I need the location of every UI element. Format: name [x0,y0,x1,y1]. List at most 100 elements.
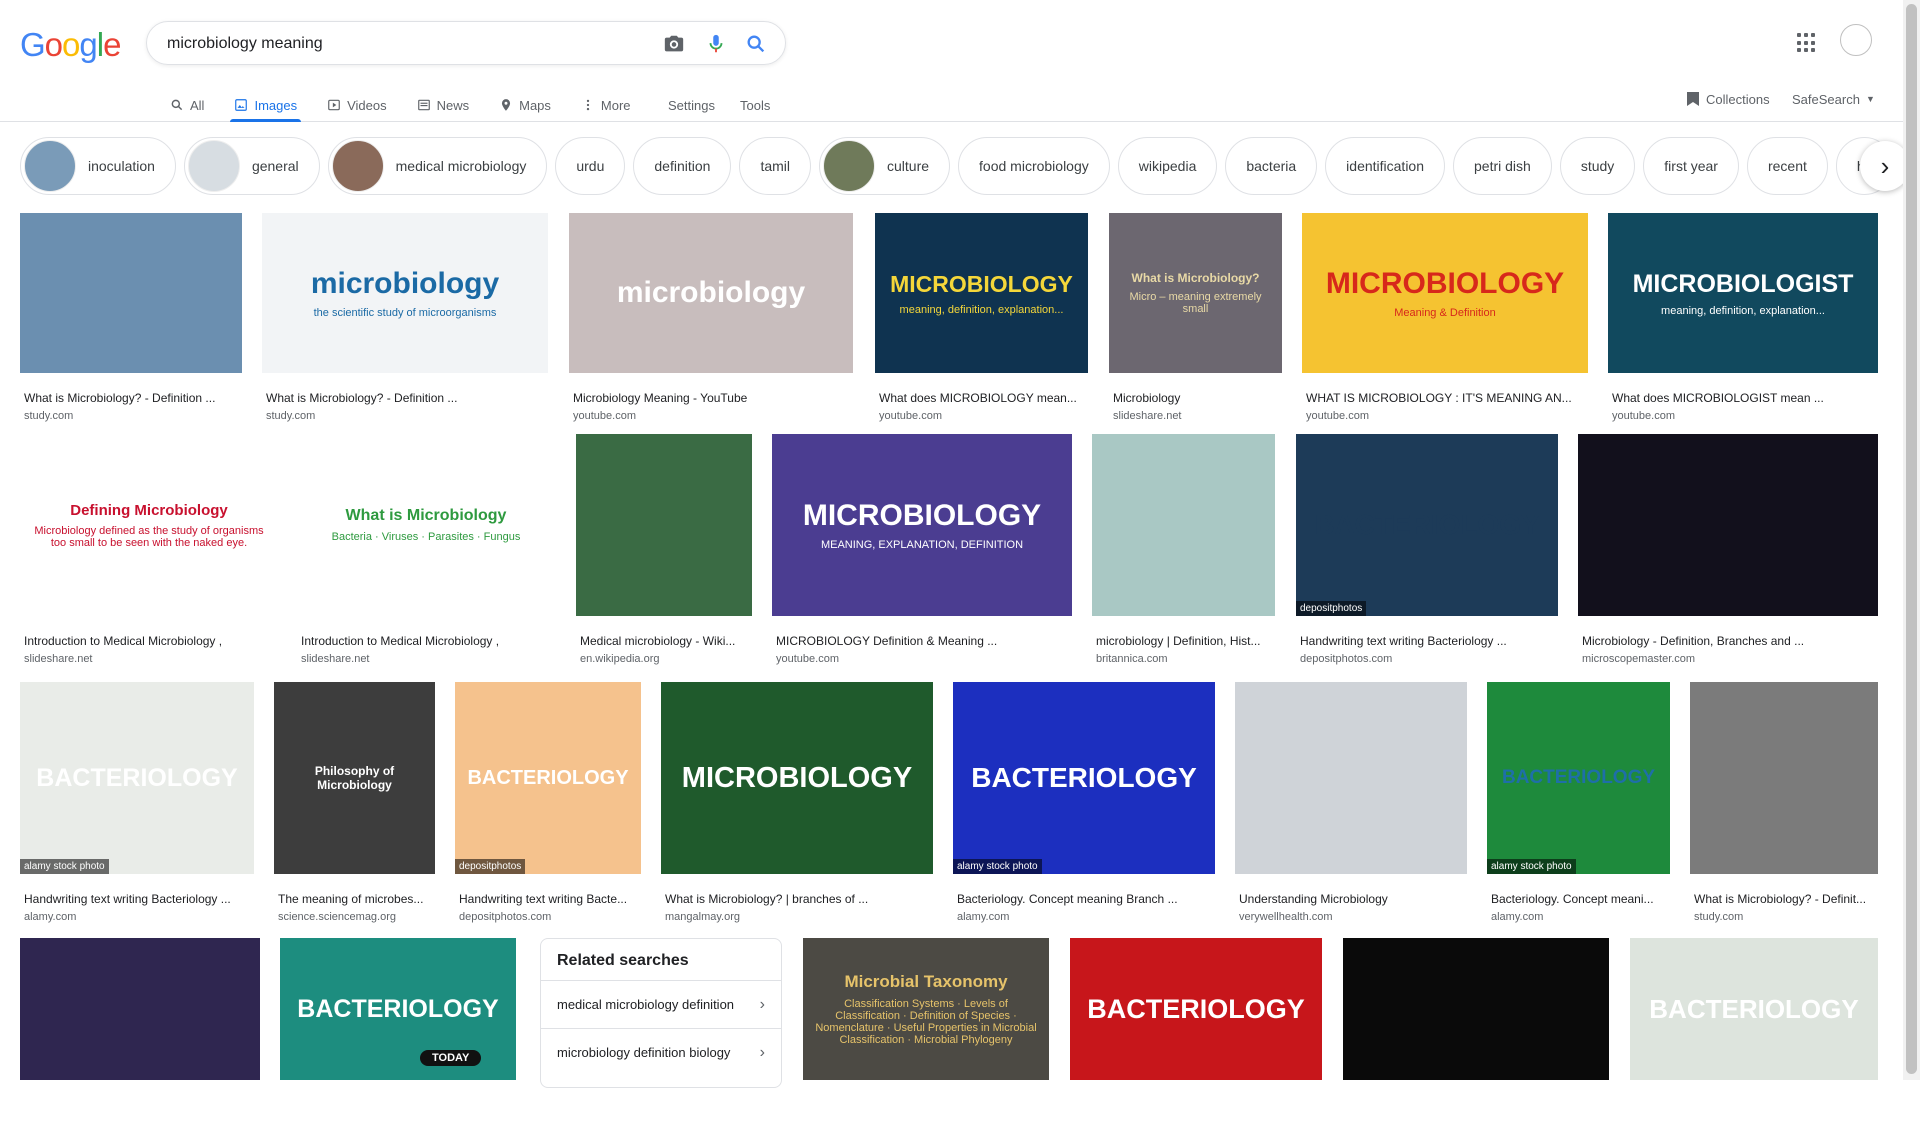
result-thumbnail[interactable] [1343,938,1609,1080]
related-search-item[interactable]: microbiology definition biology › [541,1028,781,1076]
microphone-icon[interactable] [705,33,727,55]
scrollbar-thumb[interactable] [1906,4,1917,1074]
result-thumbnail[interactable]: MICROBIOLOGY [661,682,933,874]
chip-general[interactable]: general [183,137,320,195]
image-result[interactable]: microbiology the scientific study of micr… [262,213,548,429]
image-result[interactable] [1343,938,1609,1136]
image-result[interactable]: BACTERIOLOGY alamy stock photo Handwriting… [20,682,254,930]
result-title[interactable]: Microbiology [1113,391,1278,405]
result-thumbnail[interactable]: MICROBIOLOGY meaning, definition, explana… [875,213,1088,373]
result-thumbnail[interactable] [20,938,260,1080]
chip-definition[interactable]: definition [633,137,732,195]
image-result[interactable]: Medical microbiology - Wiki... en.wikiped… [576,434,752,672]
result-title[interactable]: Handwriting text writing Bacteriology ..… [24,892,250,906]
chip-urdu[interactable]: urdu [555,137,626,195]
chip-food-microbiology[interactable]: food microbiology [958,137,1110,195]
result-thumbnail[interactable]: What is Microbiology Bacteria · Viruses ·… [297,434,555,616]
image-result[interactable]: BACTERIOLOGY depositphotos Handwriting tex… [455,682,641,930]
tab-news[interactable]: News [413,88,474,122]
result-thumbnail[interactable]: What is Microbiology? Micro – meaning ext… [1109,213,1282,373]
image-result[interactable]: MICROBIOLOGY MEANING, EXPLANATION, DEFINI… [772,434,1072,672]
image-result[interactable]: BACTERIOLOGY alamy stock photo Bacteriolog… [953,682,1215,930]
image-result[interactable]: BACTERIOLOGY [1070,938,1322,1136]
result-title[interactable]: Bacteriology. Concept meani... [1491,892,1666,906]
result-title[interactable]: Handwriting text writing Bacte... [459,892,637,906]
result-thumbnail[interactable]: BACTERIOLOGY depositphotos [455,682,641,874]
image-result[interactable]: BACTERIOLOGY [280,938,516,1136]
result-title[interactable]: Understanding Microbiology [1239,892,1463,906]
chip-petri-dish[interactable]: petri dish [1453,137,1552,195]
image-result[interactable]: BACTERIOLOGY alamy stock photo Bacteriolog… [1487,682,1670,930]
result-title[interactable]: Microbiology Meaning - YouTube [573,391,849,405]
tools-link[interactable]: Tools [740,88,770,122]
result-title[interactable]: Handwriting text writing Bacteriology ..… [1300,634,1554,648]
result-thumbnail[interactable] [20,213,242,373]
result-title[interactable]: What is Microbiology? - Definition ... [266,391,544,405]
result-title[interactable]: What does MICROBIOLOGY mean... [879,391,1084,405]
result-title[interactable]: Introduction to Medical Microbiology , [301,634,551,648]
image-result[interactable]: Microbiology - Definition, Branches and … [1578,434,1878,672]
result-thumbnail[interactable]: microbiology [569,213,853,373]
account-avatar[interactable] [1840,24,1872,56]
tab-maps[interactable]: Maps [495,88,555,122]
result-title[interactable]: microbiology | Definition, Hist... [1096,634,1271,648]
image-result[interactable]: Understanding Microbiology verywellhealth… [1235,682,1467,930]
result-thumbnail[interactable]: BACTERIOLOGY depositphotos [1296,434,1558,616]
chip-study[interactable]: study [1559,137,1636,195]
image-result[interactable] [20,938,260,1136]
chip-inoculation[interactable]: inoculation [20,137,176,195]
tab-more[interactable]: More [577,88,635,122]
result-thumbnail[interactable]: MICROBIOLOGIST meaning, definition, expla… [1608,213,1878,373]
image-result[interactable]: MICROBIOLOGY Meaning & Definition WHAT IS … [1302,213,1588,429]
result-thumbnail[interactable]: BACTERIOLOGY alamy stock photo [953,682,1215,874]
google-logo[interactable]: Google [20,26,121,64]
result-thumbnail[interactable]: BACTERIOLOGY [1070,938,1322,1080]
result-thumbnail[interactable]: MICROBIOLOGY Meaning & Definition [1302,213,1588,373]
result-title[interactable]: Introduction to Medical Microbiology , [24,634,274,648]
result-thumbnail[interactable]: Philosophy of Microbiology [274,682,435,874]
result-thumbnail[interactable] [1690,682,1878,874]
image-result[interactable]: MICROBIOLOGY What is Microbiology? | bran… [661,682,933,930]
result-thumbnail[interactable]: Defining Microbiology Microbiology define… [20,434,278,616]
tab-all[interactable]: All [166,88,208,122]
result-title[interactable]: WHAT IS MICROBIOLOGY : IT'S MEANING AN..… [1306,391,1584,405]
result-title[interactable]: MICROBIOLOGY Definition & Meaning ... [776,634,1068,648]
chip-first-year[interactable]: first year [1643,137,1739,195]
settings-link[interactable]: Settings [668,88,715,122]
chip-wikipedia[interactable]: wikipedia [1117,137,1218,195]
safesearch-dropdown[interactable]: SafeSearch ▼ [1792,88,1875,110]
result-title[interactable]: Bacteriology. Concept meaning Branch ... [957,892,1211,906]
image-result[interactable]: MICROBIOLOGIST meaning, definition, expla… [1608,213,1878,429]
chip-tamil[interactable]: tamil [739,137,811,195]
result-thumbnail[interactable]: MICROBIOLOGY MEANING, EXPLANATION, DEFINI… [772,434,1072,616]
chip-culture[interactable]: culture [819,137,951,195]
collections-link[interactable]: Collections [1686,88,1770,110]
result-title[interactable]: What does MICROBIOLOGIST mean ... [1612,391,1874,405]
image-result[interactable]: What is Microbiology? - Definition ... st… [20,213,242,429]
chip-recent[interactable]: recent [1746,137,1828,195]
result-title[interactable]: Microbiology - Definition, Branches and … [1582,634,1874,648]
result-title[interactable]: What is Microbiology? - Definit... [1694,892,1874,906]
result-title[interactable]: What is Microbiology? - Definition ... [24,391,238,405]
image-result[interactable]: BACTERIOLOGY [1630,938,1878,1136]
result-title[interactable]: What is Microbiology? | branches of ... [665,892,929,906]
tab-videos[interactable]: Videos [323,88,391,122]
result-thumbnail[interactable]: BACTERIOLOGY alamy stock photo [1487,682,1670,874]
image-result[interactable]: What is Microbiology Bacteria · Viruses ·… [297,434,555,672]
camera-icon[interactable] [663,33,685,55]
image-result[interactable]: BACTERIOLOGY depositphotos Handwriting tex… [1296,434,1558,672]
search-icon[interactable] [745,33,767,55]
image-result[interactable]: Philosophy of Microbiology The meaning of… [274,682,435,930]
result-thumbnail[interactable]: microbiology the scientific study of micr… [262,213,548,373]
chip-bacteria[interactable]: bacteria [1225,137,1318,195]
search-input[interactable] [167,31,637,57]
search-box[interactable] [146,21,786,65]
image-result[interactable]: MICROBIOLOGY meaning, definition, explana… [875,213,1088,429]
result-title[interactable]: Medical microbiology - Wiki... [580,634,748,648]
tab-images[interactable]: Images [230,88,301,122]
result-thumbnail[interactable] [1235,682,1467,874]
image-result[interactable]: microbiology | Definition, Hist... britan… [1092,434,1275,672]
chip-identification[interactable]: identification [1325,137,1445,195]
image-result[interactable]: Microbial Taxonomy Classification Systems… [803,938,1049,1136]
result-thumbnail[interactable] [576,434,752,616]
